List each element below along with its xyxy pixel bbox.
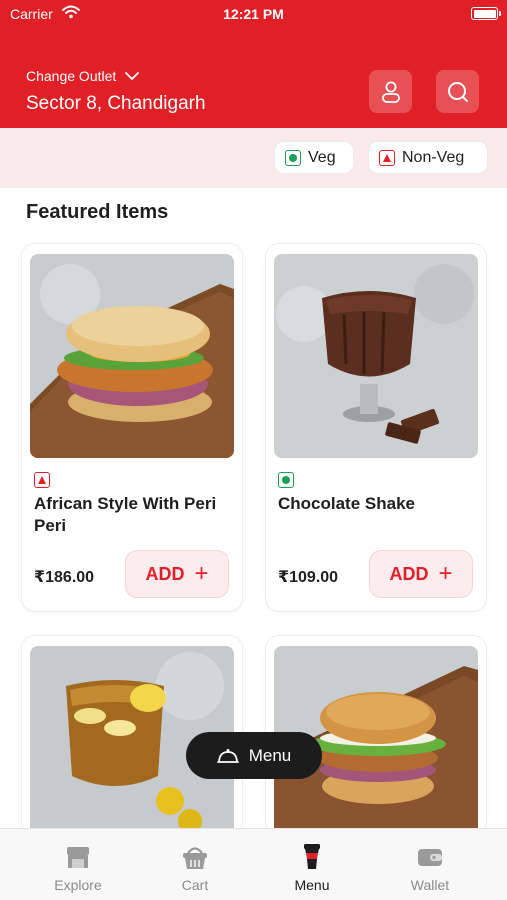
- non-veg-filter-label: Non-Veg: [402, 148, 465, 166]
- status-bar: Carrier 12:21 PM: [0, 0, 507, 28]
- product-image-chocolate-shake: [274, 254, 478, 458]
- bottom-nav: Explore Cart Menu Wallet: [0, 828, 507, 900]
- menu-float-button[interactable]: Menu: [186, 732, 322, 779]
- user-icon: [381, 81, 400, 103]
- nav-item-explore[interactable]: Explore: [18, 829, 138, 900]
- product-name: Chocolate Shake: [278, 494, 415, 513]
- nav-item-wallet[interactable]: Wallet: [370, 829, 490, 900]
- veg-mark-icon: [285, 149, 301, 166]
- menu-float-label: Menu: [248, 745, 292, 765]
- non-veg-filter-chip[interactable]: Non-Veg: [368, 141, 488, 174]
- nav-item-cart[interactable]: Cart: [135, 829, 255, 900]
- product-name: African Style With Peri Peri: [34, 494, 217, 535]
- add-button-label: ADD: [389, 563, 429, 584]
- coffee-cup-icon: [304, 844, 320, 869]
- wallet-icon: [418, 849, 442, 866]
- store-icon: [67, 847, 89, 868]
- search-button[interactable]: [436, 70, 479, 113]
- change-outlet-button[interactable]: Change Outlet: [26, 68, 140, 84]
- veg-filter-label: Veg: [308, 148, 336, 166]
- basket-icon: [183, 847, 207, 869]
- product-price: ₹186.00: [34, 569, 95, 586]
- non-veg-mark-icon: [34, 472, 50, 488]
- battery-icon: [471, 7, 501, 20]
- cloche-icon: [216, 748, 239, 763]
- nav-item-menu[interactable]: Menu: [252, 829, 372, 900]
- veg-mark-icon: [278, 472, 294, 488]
- add-button-label: ADD: [145, 563, 185, 584]
- product-image-burger: [30, 254, 234, 458]
- add-to-cart-button[interactable]: ADD +: [125, 550, 229, 598]
- product-card[interactable]: African Style With Peri Peri ₹186.00 ADD…: [21, 243, 243, 612]
- non-veg-mark-icon: [379, 149, 395, 166]
- add-to-cart-button[interactable]: ADD +: [369, 550, 473, 598]
- chevron-down-icon: [125, 72, 140, 80]
- outlet-name[interactable]: Sector 8, Chandigarh: [26, 93, 206, 115]
- product-price: ₹109.00: [278, 569, 339, 586]
- nav-label-wallet: Wallet: [410, 877, 450, 893]
- featured-items-title: Featured Items: [26, 201, 169, 223]
- nav-label-cart: Cart: [181, 877, 209, 893]
- nav-label-explore: Explore: [54, 877, 102, 893]
- plus-icon: +: [438, 560, 453, 587]
- change-outlet-label: Change Outlet: [26, 68, 117, 84]
- veg-filter-chip[interactable]: Veg: [274, 141, 354, 174]
- filter-bar: Veg Non-Veg: [0, 128, 507, 188]
- product-card[interactable]: Chocolate Shake ₹109.00 ADD +: [265, 243, 487, 612]
- app-header: Carrier 12:21 PM Change Outlet Sector 8,…: [0, 0, 507, 128]
- search-icon: [447, 81, 468, 102]
- status-time: 12:21 PM: [223, 6, 284, 22]
- nav-label-menu: Menu: [294, 877, 330, 893]
- profile-button[interactable]: [369, 70, 412, 113]
- plus-icon: +: [194, 560, 209, 587]
